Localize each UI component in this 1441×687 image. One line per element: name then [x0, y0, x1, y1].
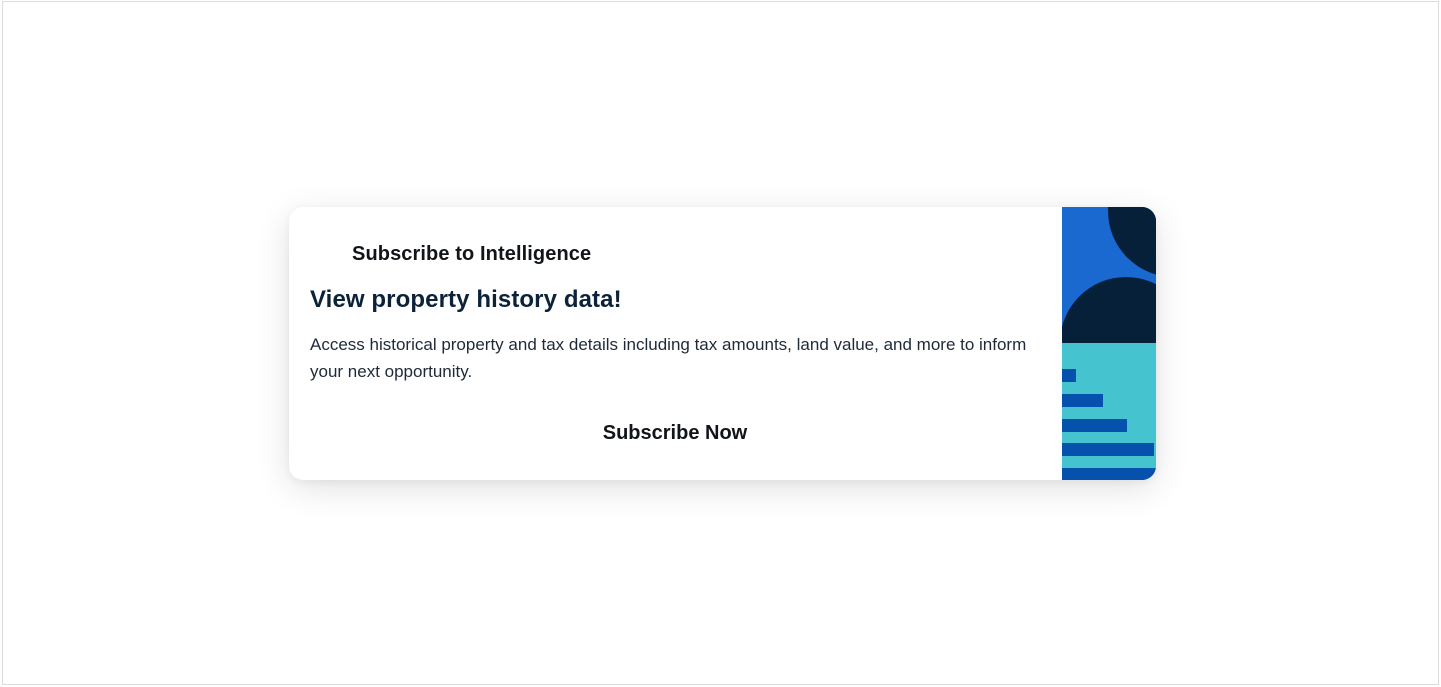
- promo-illustration: [1062, 207, 1156, 480]
- promo-headline: View property history data!: [310, 286, 622, 313]
- abstract-art-graphic: [1062, 207, 1156, 480]
- art-bar-5: [1062, 468, 1156, 480]
- art-bar-2: [1062, 394, 1103, 407]
- subscribe-promo-card: Subscribe to Intelligence View property …: [289, 207, 1156, 480]
- art-bar-1: [1062, 369, 1076, 382]
- promo-description: Access historical property and tax detai…: [310, 335, 1027, 381]
- subscribe-now-button[interactable]: Subscribe Now: [575, 416, 775, 450]
- art-teal-panel: [1062, 343, 1156, 480]
- promo-content: Subscribe to Intelligence View property …: [289, 207, 1062, 480]
- art-bar-4: [1062, 443, 1154, 456]
- promo-eyebrow: Subscribe to Intelligence: [352, 243, 592, 265]
- art-bar-3: [1062, 419, 1127, 432]
